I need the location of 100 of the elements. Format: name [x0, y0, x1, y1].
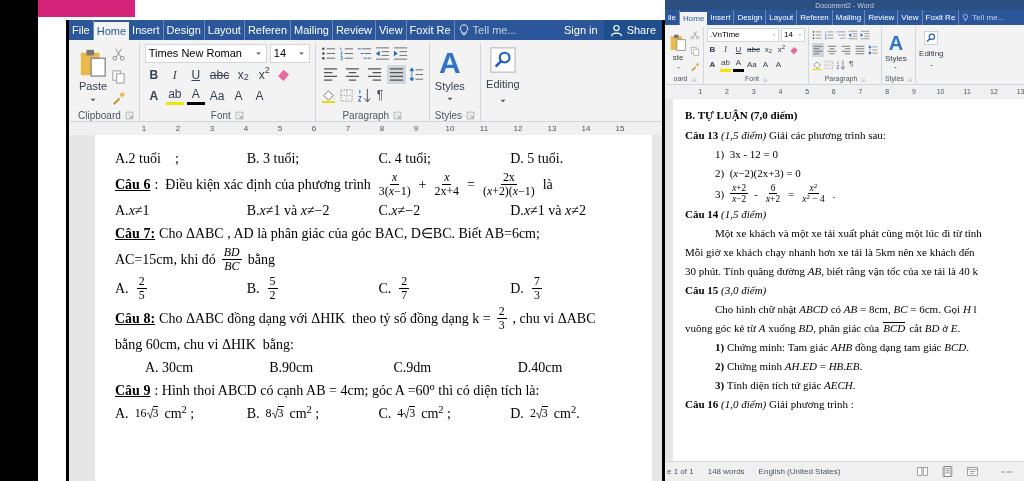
- decrease-indent-icon[interactable]: [374, 46, 390, 61]
- ribbon-tab[interactable]: Home: [680, 12, 708, 25]
- superscript-button[interactable]: x$^{2}$: [255, 65, 274, 84]
- dialog-launcher-icon[interactable]: [124, 110, 134, 120]
- group-label: Styles: [434, 108, 463, 123]
- borders-icon[interactable]: [338, 88, 354, 103]
- show-formatting-button[interactable]: ¶: [374, 86, 393, 105]
- dialog-launcher-icon[interactable]: [908, 77, 913, 82]
- eraser-icon[interactable]: [276, 67, 292, 82]
- styles-button[interactable]: A Styles: [434, 43, 465, 109]
- italic-button[interactable]: I: [165, 65, 184, 84]
- font-name-field[interactable]: Times New Roman: [144, 44, 267, 63]
- sort-icon[interactable]: [836, 59, 846, 70]
- italic-button[interactable]: I: [720, 42, 731, 57]
- read-mode-icon[interactable]: [917, 466, 928, 477]
- caret-icon: [675, 64, 681, 70]
- cut-icon[interactable]: [111, 46, 126, 62]
- print-layout-icon[interactable]: [942, 466, 953, 477]
- dialog-launcher-icon[interactable]: [861, 77, 866, 82]
- copy-icon[interactable]: [111, 68, 126, 84]
- ruler-number: 13: [546, 122, 558, 135]
- dialog-launcher-icon[interactable]: [393, 110, 403, 120]
- question-text: Cho hình chữ nhật ABCD có AB = 8cm, BC = 6cm. Gọi H l: [715, 301, 977, 317]
- eraser-icon[interactable]: [788, 44, 799, 55]
- answer-option: cm$^{2}$ ;: [289, 402, 320, 424]
- numbered-list-icon[interactable]: [824, 29, 834, 40]
- fraction: 2 7: [399, 275, 410, 303]
- bullet-list-icon[interactable]: [320, 46, 336, 61]
- section-heading: B. TỰ LUẬN (7,0 điểm): [685, 108, 799, 123]
- dialog-launcher-icon[interactable]: [691, 77, 696, 82]
- shrink-font-button[interactable]: A: [772, 57, 784, 72]
- question-text: 3) Tính diện tích tứ giác AECH.: [715, 377, 856, 393]
- styles-button[interactable]: A Styles: [885, 27, 907, 75]
- bold-button[interactable]: B: [144, 65, 163, 84]
- alignment-icon: [388, 67, 404, 82]
- dialog-launcher-icon[interactable]: [234, 110, 244, 120]
- tell-me-box[interactable]: Tell me...: [454, 20, 520, 40]
- bullet-list-icon[interactable]: [812, 29, 822, 40]
- paste-button[interactable]: Paste: [78, 43, 108, 109]
- subscript-button[interactable]: x$_{2}$: [234, 65, 253, 84]
- paste-button[interactable]: ste: [669, 27, 687, 75]
- question-text: =: [467, 176, 475, 195]
- share-button[interactable]: Share: [603, 20, 662, 40]
- copy-icon[interactable]: [690, 46, 700, 56]
- font-name-field[interactable]: .VnTime: [707, 27, 779, 42]
- ruler-number: 6: [310, 122, 318, 135]
- answer-option: cm$^{2}$.: [553, 402, 580, 424]
- editing-button[interactable]: Editing: [481, 43, 525, 121]
- bold-button[interactable]: B: [707, 42, 718, 57]
- sign-in-link[interactable]: Sign in: [558, 20, 604, 40]
- highlight-button[interactable]: ab: [165, 86, 184, 105]
- ruler-number: 2: [174, 122, 182, 135]
- ribbon-tab[interactable]: Home: [93, 22, 130, 40]
- line-spacing-icon[interactable]: [868, 44, 878, 55]
- superscript-button[interactable]: x$^{2}$: [775, 42, 787, 57]
- underline-button[interactable]: U: [733, 42, 744, 57]
- change-case-button[interactable]: Aa: [746, 57, 758, 72]
- dialog-launcher-icon[interactable]: [466, 110, 476, 120]
- increase-indent-icon[interactable]: [392, 46, 408, 61]
- font-size-field[interactable]: 14: [269, 44, 310, 63]
- justify-button[interactable]: [386, 65, 406, 84]
- underline-button[interactable]: U: [186, 65, 205, 84]
- numbered-list-icon[interactable]: [338, 46, 354, 61]
- font-size-field[interactable]: 14: [781, 27, 805, 42]
- language-indicator[interactable]: English (United States): [758, 465, 841, 478]
- align-left-button[interactable]: [812, 42, 824, 57]
- tell-me-box[interactable]: Tell me...: [959, 10, 1008, 25]
- cut-icon[interactable]: [690, 30, 700, 40]
- format-painter-icon[interactable]: [690, 62, 700, 72]
- format-painter-icon[interactable]: [111, 90, 126, 106]
- font-color-button[interactable]: A: [186, 86, 205, 105]
- change-case-button[interactable]: Aa: [207, 86, 227, 105]
- question-text: 1) 3x - 12 = 0: [715, 147, 779, 163]
- editing-button[interactable]: Editing: [916, 27, 947, 84]
- grow-font-button[interactable]: A: [759, 57, 771, 72]
- strikethrough-button[interactable]: abc: [207, 65, 232, 84]
- strikethrough-button[interactable]: abc: [746, 42, 761, 57]
- line-spacing-icon[interactable]: [408, 67, 424, 82]
- radical-sign-icon: [535, 406, 542, 421]
- grow-font-button[interactable]: A: [229, 86, 248, 105]
- borders-icon[interactable]: [824, 59, 834, 70]
- radical-sign-icon: [403, 406, 410, 421]
- angle-notation: BCD: [883, 322, 906, 335]
- text-effects-button[interactable]: A: [144, 86, 163, 105]
- decrease-indent-icon[interactable]: [848, 29, 858, 40]
- highlight-button[interactable]: ab: [720, 57, 731, 72]
- sort-icon[interactable]: [356, 88, 372, 103]
- web-layout-icon[interactable]: [967, 466, 978, 477]
- answer-option: D.40cm: [517, 356, 563, 378]
- fraction: 6 x+2: [764, 183, 782, 205]
- shrink-font-button[interactable]: A: [250, 86, 269, 105]
- font-color-button[interactable]: A: [733, 57, 744, 72]
- multilevel-list-icon[interactable]: [356, 46, 372, 61]
- paint-bucket-icon[interactable]: [812, 59, 822, 70]
- show-formatting-button[interactable]: ¶: [848, 57, 859, 72]
- increase-indent-icon[interactable]: [860, 29, 870, 40]
- multilevel-list-icon[interactable]: [836, 29, 846, 40]
- subscript-button[interactable]: x$_{2}$: [762, 42, 774, 57]
- paint-bucket-icon[interactable]: [320, 88, 336, 103]
- text-effects-button[interactable]: A: [707, 57, 718, 72]
